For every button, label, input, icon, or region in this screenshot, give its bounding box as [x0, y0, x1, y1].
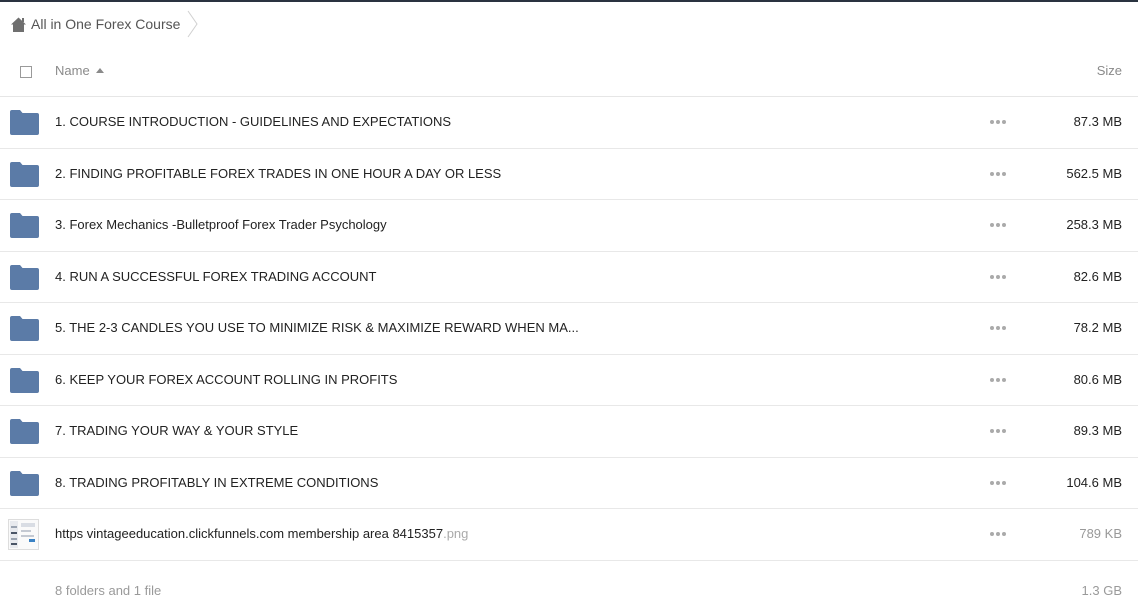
item-name-text: 2. FINDING PROFITABLE FOREX TRADES IN ON… — [55, 165, 502, 181]
name-column-label: Name — [55, 63, 90, 78]
item-count-summary: 8 folders and 1 file — [55, 583, 162, 598]
item-name-text: 8. TRADING PROFITABLY IN EXTREME CONDITI… — [55, 474, 379, 490]
item-size: 78.2 MB — [1073, 320, 1122, 335]
folder-icon — [10, 367, 39, 393]
item-name[interactable]: 4. RUN A SUCCESSFUL FOREX TRADING ACCOUN… — [55, 269, 376, 284]
file-row[interactable]: https vintageeducation.clickfunnels.com … — [0, 509, 1138, 561]
list-footer: 8 folders and 1 file 1.3 GB — [0, 580, 1138, 604]
image-thumbnail-icon — [8, 519, 39, 550]
folder-row[interactable]: 6. KEEP YOUR FOREX ACCOUNT ROLLING IN PR… — [0, 355, 1138, 406]
more-actions-icon[interactable] — [990, 532, 1006, 538]
home-icon — [10, 16, 27, 33]
folder-icon — [10, 470, 39, 496]
folder-row[interactable]: 1. COURSE INTRODUCTION - GUIDELINES AND … — [0, 97, 1138, 149]
item-name[interactable]: 6. KEEP YOUR FOREX ACCOUNT ROLLING IN PR… — [55, 372, 397, 387]
folder-icon — [10, 264, 39, 290]
item-size: 87.3 MB — [1073, 114, 1122, 129]
select-all-checkbox[interactable] — [20, 66, 32, 78]
item-name-text: 1. COURSE INTRODUCTION - GUIDELINES AND … — [55, 114, 452, 129]
folder-row[interactable]: 3. Forex Mechanics -Bulletproof Forex Tr… — [0, 200, 1138, 252]
more-actions-icon[interactable] — [990, 429, 1006, 435]
item-name[interactable]: 1. COURSE INTRODUCTION - GUIDELINES AND … — [55, 114, 451, 129]
file-list: 1. COURSE INTRODUCTION - GUIDELINES AND … — [0, 97, 1138, 561]
more-actions-icon[interactable] — [990, 326, 1006, 332]
folder-row[interactable]: 8. TRADING PROFITABLY IN EXTREME CONDITI… — [0, 458, 1138, 509]
item-name-text: 5. THE 2-3 CANDLES YOU USE TO MINIMIZE R… — [55, 320, 579, 335]
folder-icon — [10, 213, 39, 238]
folder-row[interactable]: 7. TRADING YOUR WAY & YOUR STYLE 89.3 MB — [0, 406, 1138, 458]
folder-row[interactable]: 4. RUN A SUCCESSFUL FOREX TRADING ACCOUN… — [0, 252, 1138, 303]
item-name-text: 3. Forex Mechanics -Bulletproof Forex Tr… — [55, 217, 387, 232]
item-name-text: 6. KEEP YOUR FOREX ACCOUNT ROLLING IN PR… — [55, 371, 398, 387]
item-name[interactable]: 3. Forex Mechanics -Bulletproof Forex Tr… — [55, 217, 387, 232]
item-size: 258.3 MB — [1066, 217, 1122, 232]
folder-icon — [10, 110, 39, 135]
item-name[interactable]: 2. FINDING PROFITABLE FOREX TRADES IN ON… — [55, 166, 501, 181]
item-size: 562.5 MB — [1066, 165, 1122, 181]
more-actions-icon[interactable] — [990, 171, 1006, 178]
item-name[interactable]: 8. TRADING PROFITABLY IN EXTREME CONDITI… — [55, 475, 378, 490]
folder-row[interactable]: 5. THE 2-3 CANDLES YOU USE TO MINIMIZE R… — [0, 303, 1138, 355]
list-header: Name Size — [0, 46, 1138, 97]
folder-icon — [10, 161, 39, 187]
item-name-text: https vintageeducation.clickfunnels.com … — [55, 526, 444, 541]
sort-ascending-icon — [95, 68, 104, 73]
item-name[interactable]: 7. TRADING YOUR WAY & YOUR STYLE — [55, 423, 298, 438]
item-size: 82.6 MB — [1073, 268, 1122, 284]
breadcrumb: All in One Forex Course — [0, 2, 1138, 46]
more-actions-icon[interactable] — [990, 223, 1006, 229]
more-actions-icon[interactable] — [990, 480, 1006, 487]
folder-row[interactable]: 2. FINDING PROFITABLE FOREX TRADES IN ON… — [0, 149, 1138, 200]
total-size: 1.3 GB — [1081, 583, 1122, 598]
folder-icon — [10, 419, 39, 444]
folder-icon — [10, 316, 39, 341]
item-name-text: 4. RUN A SUCCESSFUL FOREX TRADING ACCOUN… — [55, 268, 377, 284]
item-size: 104.6 MB — [1066, 474, 1122, 490]
sort-by-size[interactable]: Size — [1097, 63, 1122, 78]
file-extension: .png — [443, 526, 469, 541]
item-size: 89.3 MB — [1073, 423, 1122, 438]
breadcrumb-separator-icon — [187, 10, 199, 38]
item-name-text: 7. TRADING YOUR WAY & YOUR STYLE — [55, 423, 299, 438]
more-actions-icon[interactable] — [990, 377, 1006, 384]
more-actions-icon[interactable] — [990, 274, 1006, 281]
breadcrumb-root[interactable]: All in One Forex Course — [0, 2, 199, 46]
breadcrumb-label: All in One Forex Course — [31, 16, 181, 32]
sort-by-name[interactable]: Name — [55, 63, 104, 78]
item-size: 789 KB — [1079, 526, 1122, 541]
item-name[interactable]: https vintageeducation.clickfunnels.com … — [55, 526, 468, 541]
item-name[interactable]: 5. THE 2-3 CANDLES YOU USE TO MINIMIZE R… — [55, 320, 579, 335]
more-actions-icon[interactable] — [990, 120, 1006, 126]
item-size: 80.6 MB — [1073, 371, 1122, 387]
